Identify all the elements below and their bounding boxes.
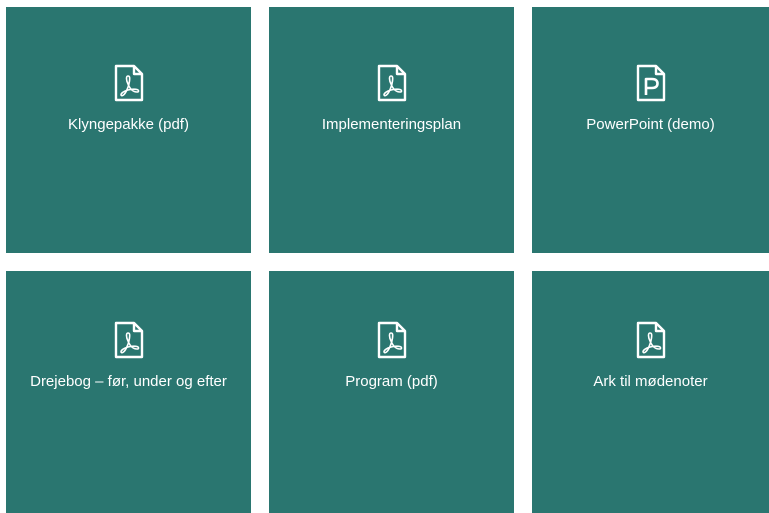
- tile-label: Program (pdf): [345, 373, 438, 390]
- pdf-file-icon: [114, 321, 143, 359]
- tile-klyngepakke[interactable]: Klyngepakke (pdf): [6, 7, 251, 253]
- tile-drejebog[interactable]: Drejebog – før, under og efter: [6, 271, 251, 513]
- tile-program[interactable]: Program (pdf): [269, 271, 514, 513]
- pdf-file-icon: [377, 64, 406, 102]
- tile-label: Drejebog – før, under og efter: [30, 373, 227, 390]
- pdf-file-icon: [377, 321, 406, 359]
- tile-ark-til-moedenoter[interactable]: Ark til mødenoter: [532, 271, 769, 513]
- tile-label: Implementeringsplan: [321, 116, 462, 133]
- powerpoint-file-icon: [636, 64, 665, 102]
- pdf-file-icon: [636, 321, 665, 359]
- pdf-file-icon: [114, 64, 143, 102]
- tile-label: PowerPoint (demo): [586, 116, 715, 133]
- tile-implementeringsplan[interactable]: Implementeringsplan: [269, 7, 514, 253]
- tile-label: Ark til mødenoter: [593, 373, 708, 390]
- download-tiles-grid: Klyngepakke (pdf) Implementeringsplan Po…: [0, 0, 769, 513]
- tile-label: Klyngepakke (pdf): [68, 116, 189, 133]
- tile-powerpoint-demo[interactable]: PowerPoint (demo): [532, 7, 769, 253]
